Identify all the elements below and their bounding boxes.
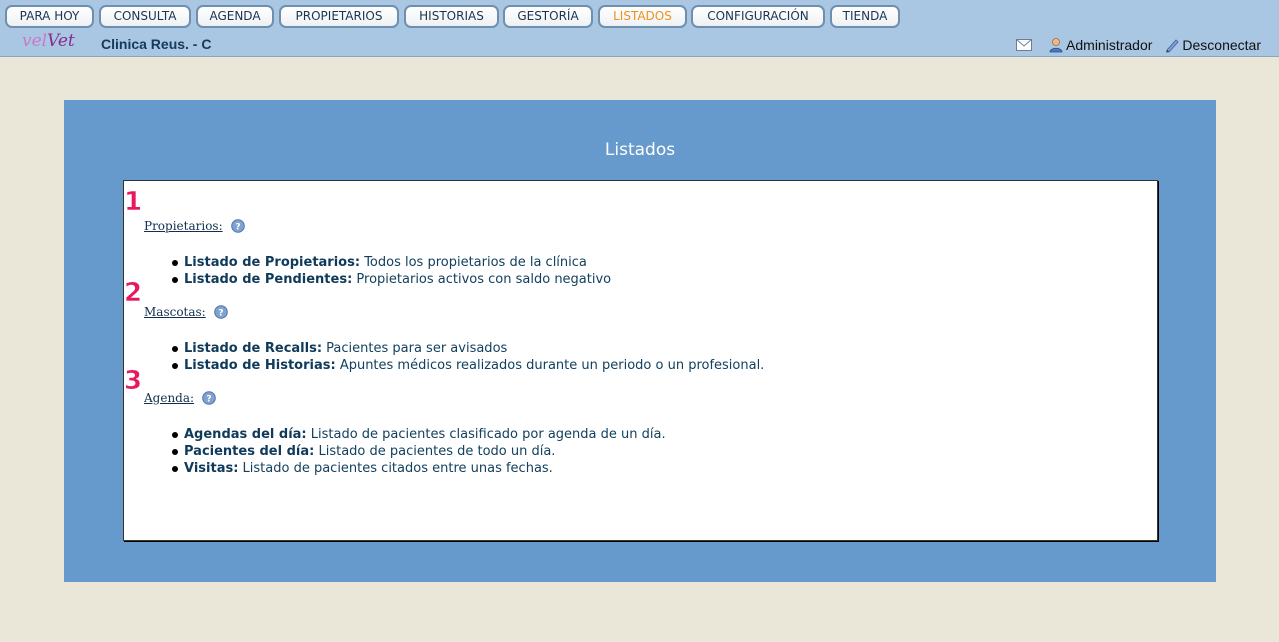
section-title-agenda[interactable]: Agenda:	[144, 391, 194, 405]
logout-link[interactable]: Desconectar	[1164, 37, 1261, 53]
item-desc: Todos los propietarios de la clínica	[364, 255, 587, 270]
list-item: Listado de Historias: Apuntes médicos re…	[171, 357, 765, 374]
section-title-propietarios[interactable]: Propietarios:	[144, 219, 223, 233]
logo-text-vel: vel	[22, 31, 48, 51]
section-number-1: 1	[124, 187, 143, 217]
listado-propietarios-link[interactable]: Listado de Propietarios:	[184, 255, 360, 270]
nav-gestoria-button[interactable]: GESTORÍA	[503, 5, 593, 28]
list-item: Agendas del día: Listado de pacientes cl…	[172, 426, 666, 443]
list-item: Pacientes del día: Listado de pacientes …	[172, 443, 666, 460]
section-number-3: 3	[124, 366, 143, 396]
list-item: Listado de Recalls: Pacientes para ser a…	[171, 340, 764, 357]
visitas-link[interactable]: Visitas:	[184, 461, 238, 476]
item-desc: Listado de pacientes clasificado por age…	[310, 427, 666, 442]
svg-text:?: ?	[218, 309, 223, 319]
pacientes-del-dia-link[interactable]: Pacientes del día:	[184, 444, 314, 459]
list-agenda: Agendas del día: Listado de pacientes cl…	[172, 426, 666, 477]
svg-text:?: ?	[235, 223, 240, 233]
user-icon	[1048, 37, 1066, 53]
item-desc: Apuntes médicos realizados durante un pe…	[339, 358, 765, 373]
svg-text:?: ?	[206, 395, 211, 405]
help-icon[interactable]: ?	[230, 219, 245, 233]
listado-recalls-link[interactable]: Listado de Recalls:	[184, 341, 322, 356]
page-title: Listados	[604, 140, 676, 160]
item-desc: Listado de pacientes citados entre unas …	[242, 461, 553, 476]
nav-agenda-button[interactable]: AGENDA	[196, 5, 274, 28]
user-area: Administrador Desconectar	[1016, 36, 1261, 54]
pencil-icon	[1164, 37, 1182, 53]
listados-content: 1 Propietarios: ? Listado de Propietario…	[123, 180, 1158, 541]
list-item: Listado de Pendientes: Propietarios acti…	[171, 271, 612, 288]
nav-para-hoy-button[interactable]: PARA HOY	[5, 5, 94, 28]
help-icon[interactable]: ?	[202, 391, 216, 405]
user-link[interactable]: Administrador	[1048, 37, 1152, 53]
listado-pendientes-link[interactable]: Listado de Pendientes:	[184, 272, 352, 287]
listados-panel: Listados 1 Propietarios: ? Listado de Pr…	[64, 100, 1216, 582]
clinic-name: Clinica Reus. - C	[101, 36, 212, 52]
item-desc: Listado de pacientes de todo un día.	[318, 444, 556, 459]
nav-propietarios-button[interactable]: PROPIETARIOS	[279, 5, 399, 28]
section-header-propietarios: Propietarios: ?	[144, 219, 245, 233]
list-propietarios: Listado de Propietarios: Todos los propi…	[171, 254, 612, 288]
section-header-agenda: Agenda: ?	[144, 391, 216, 405]
logout-label: Desconectar	[1182, 37, 1261, 53]
help-icon[interactable]: ?	[213, 305, 228, 319]
top-bar: PARA HOY CONSULTA AGENDA PROPIETARIOS HI…	[0, 0, 1279, 57]
nav-listados-button[interactable]: LISTADOS	[598, 5, 687, 28]
list-item: Listado de Propietarios: Todos los propi…	[171, 254, 611, 271]
item-desc: Propietarios activos con saldo negativo	[356, 272, 612, 287]
section-header-mascotas: Mascotas: ?	[144, 305, 228, 319]
item-desc: Pacientes para ser avisados	[326, 341, 508, 356]
nav-consulta-button[interactable]: CONSULTA	[99, 5, 191, 28]
listado-historias-link[interactable]: Listado de Historias:	[184, 358, 336, 373]
user-label: Administrador	[1066, 37, 1153, 53]
logo-text-vet: Vet	[47, 31, 75, 51]
section-number-2: 2	[124, 278, 143, 308]
nav-configuracion-button[interactable]: CONFIGURACIÓN	[691, 5, 825, 28]
mail-icon[interactable]	[1016, 39, 1034, 51]
list-item: Visitas: Listado de pacientes citados en…	[172, 460, 666, 477]
agendas-del-dia-link[interactable]: Agendas del día:	[184, 427, 307, 442]
nav-historias-button[interactable]: HISTORIAS	[404, 5, 499, 28]
list-mascotas: Listado de Recalls: Pacientes para ser a…	[171, 340, 765, 374]
nav-tienda-button[interactable]: TIENDA	[830, 5, 900, 28]
section-title-mascotas[interactable]: Mascotas:	[144, 305, 206, 319]
app-logo: velVet	[22, 30, 75, 52]
